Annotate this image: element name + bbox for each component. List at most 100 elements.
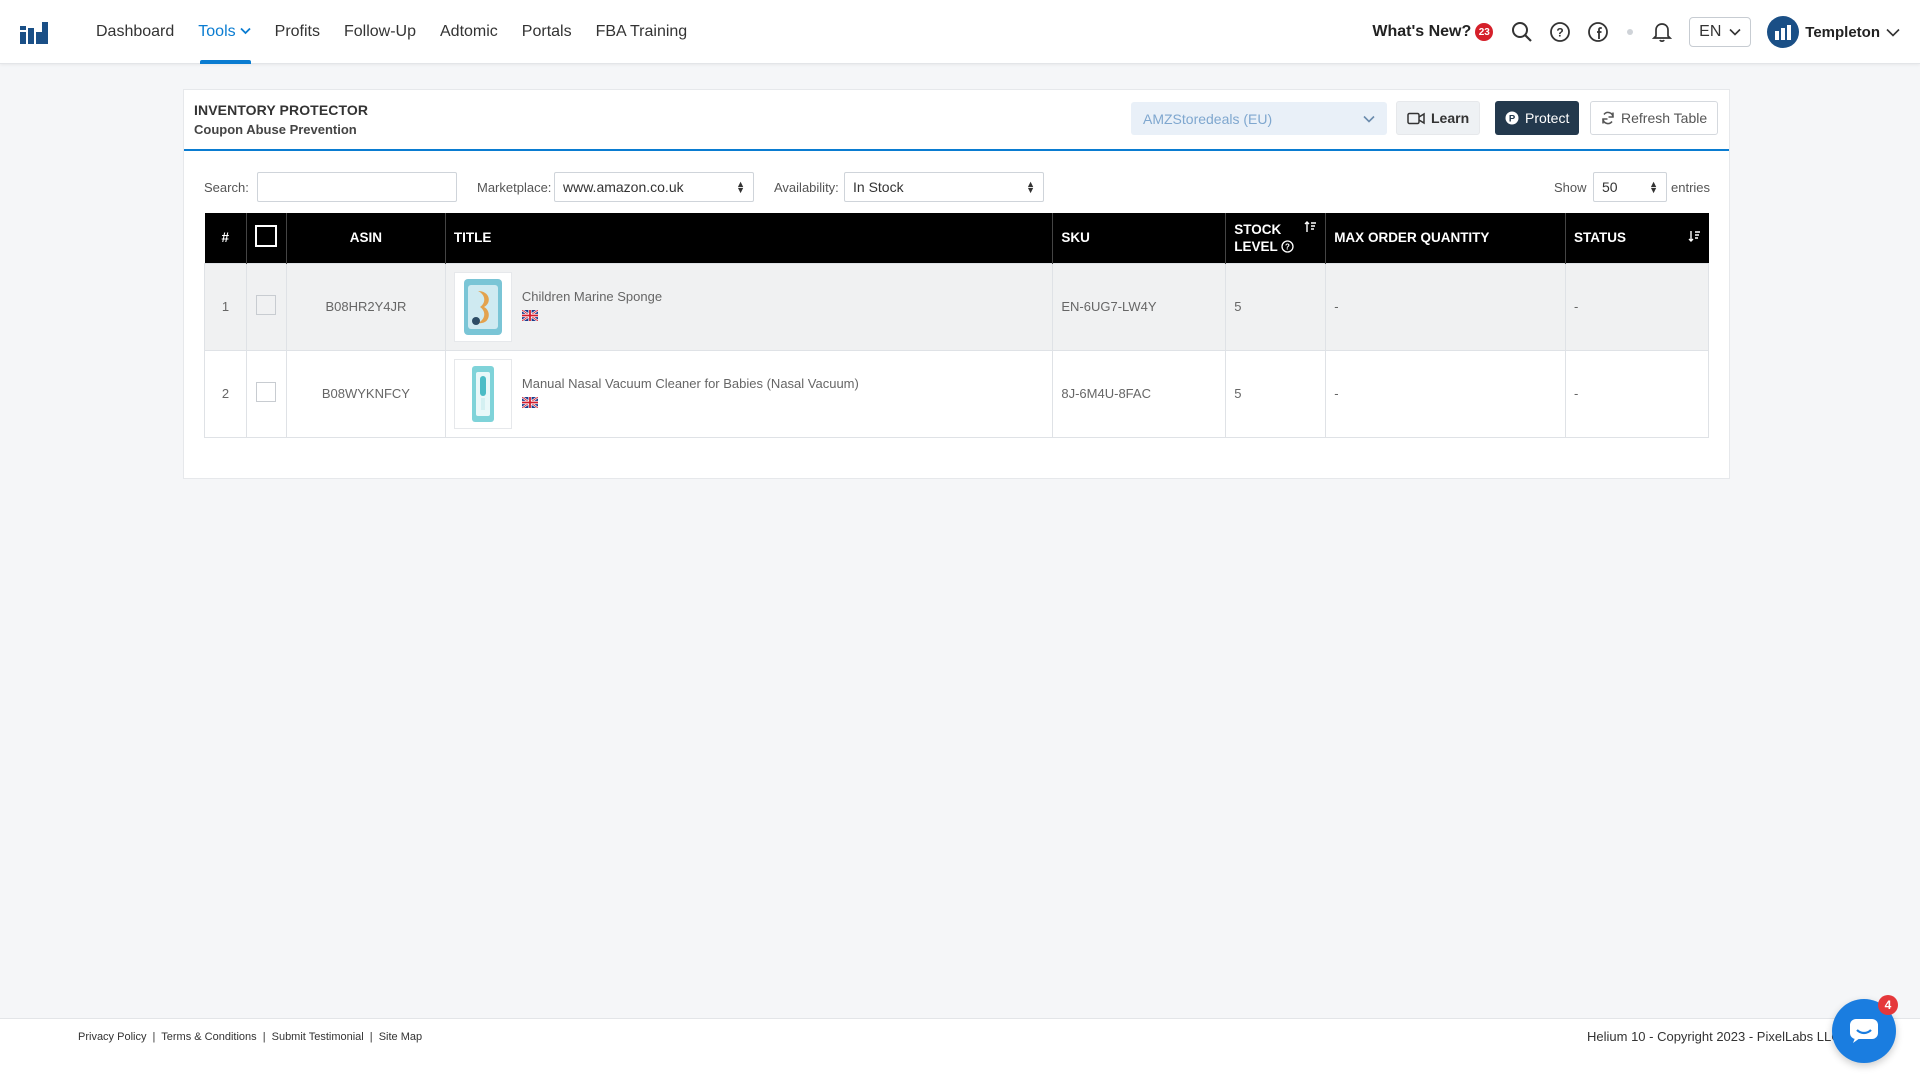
product-thumbnail[interactable] [453,271,512,342]
search-icon[interactable] [1503,13,1541,51]
row-max-order-quantity[interactable]: - [1325,262,1567,351]
nav-item-tools-label: Tools [198,23,236,40]
search-input[interactable] [257,172,457,202]
column-header-max-order-quantity[interactable]: MAX ORDER QUANTITY [1325,213,1567,263]
terms-link[interactable]: Terms & Conditions [161,1031,256,1043]
row-max-order-quantity[interactable]: - [1325,349,1567,438]
avatar [1767,16,1800,48]
panel-header: INVENTORY PROTECTOR Coupon Abuse Prevent… [184,90,1729,151]
helium10-logo-icon[interactable] [20,20,48,44]
question-circle-icon[interactable]: ? [1281,240,1294,253]
product-title[interactable]: Manual Nasal Vacuum Cleaner for Babies (… [522,376,859,391]
row-asin[interactable]: B08WYKNFCY [285,349,446,438]
nav-item-follow-up[interactable]: Follow-Up [332,0,428,64]
user-menu[interactable]: Templeton [1767,16,1900,48]
nav-item-fba-training[interactable]: FBA Training [584,0,700,64]
inventory-table: # ASIN TITLE SKU STOCK LEVEL ? MAX ORDER… [204,213,1709,438]
stock-header-line1: STOCK [1234,221,1282,237]
entries-per-page-value: 50 [1602,179,1618,195]
sort-icon[interactable] [1688,230,1701,245]
chat-widget-button[interactable]: 4 [1832,995,1898,1063]
column-header-asin[interactable]: ASIN [286,213,446,263]
whats-new-label: What's New? [1372,23,1472,40]
privacy-policy-link[interactable]: Privacy Policy [78,1031,146,1043]
refresh-table-button[interactable]: Refresh Table [1590,101,1719,135]
row-checkbox[interactable] [256,382,277,402]
learn-button[interactable]: Learn [1396,101,1481,135]
footer-separator: | [369,1031,373,1043]
language-label: EN [1699,23,1722,40]
nav-item-tools[interactable]: Tools [186,0,262,64]
user-name: Templeton [1805,23,1880,41]
protect-icon: P [1505,111,1519,125]
row-checkbox[interactable] [256,295,277,315]
product-thumbnail[interactable] [453,358,512,429]
column-header-title[interactable]: TITLE [445,213,1054,263]
refresh-icon [1602,111,1614,125]
svg-text:P: P [1509,114,1516,125]
sort-updown-icon: ▲ ▼ [1649,179,1658,195]
availability-select-value: In Stock [853,179,904,195]
footer: Privacy Policy | Terms & Conditions | Su… [0,1018,1920,1080]
product-title[interactable]: Children Marine Sponge [522,289,662,304]
row-sku: EN-6UG7-LW4Y [1052,262,1227,351]
svg-text:?: ? [1285,242,1290,251]
marketplace-select[interactable]: www.amazon.co.uk ▲ ▼ [554,172,754,202]
entries-per-page-select[interactable]: 50 ▲ ▼ [1593,172,1667,202]
sort-icon[interactable] [1304,220,1317,238]
row-stock-level: 5 [1225,262,1327,351]
nav-item-adtomic[interactable]: Adtomic [428,0,510,64]
site-map-link[interactable]: Site Map [379,1031,422,1043]
entries-label: entries [1671,180,1711,195]
availability-label: Availability: [774,180,839,195]
column-header-stock-level[interactable]: STOCK LEVEL ? [1225,213,1327,263]
chevron-down-icon [240,26,251,38]
row-asin[interactable]: B08HR2Y4JR [285,262,446,351]
page-subtitle: Coupon Abuse Prevention [194,122,357,137]
protect-button[interactable]: P Protect [1495,101,1580,135]
footer-separator: | [262,1031,266,1043]
nav-item-dashboard[interactable]: Dashboard [84,0,186,64]
search-label: Search: [204,180,249,195]
stock-header-line2: LEVEL [1234,238,1278,254]
separator-dot [1627,29,1634,35]
chevron-down-icon [1886,28,1900,37]
chevron-down-icon [1729,28,1741,36]
footer-links: Privacy Policy | Terms & Conditions | Su… [78,1031,422,1043]
account-select[interactable]: AMZStoredeals (EU) [1131,102,1387,135]
select-all-checkbox[interactable] [255,225,278,248]
sort-updown-icon: ▲ ▼ [1026,179,1035,195]
bell-icon[interactable] [1643,13,1681,51]
protect-button-label: Protect [1525,110,1570,126]
marketplace-select-value: www.amazon.co.uk [563,179,684,195]
page-title: INVENTORY PROTECTOR [194,102,369,118]
whats-new-badge: 23 [1475,23,1494,41]
table-header-row: # ASIN TITLE SKU STOCK LEVEL ? MAX ORDER… [204,213,1709,263]
help-icon[interactable]: ? [1541,13,1579,51]
whats-new-link[interactable]: What's New? 23 [1372,23,1494,41]
table-controls: Search: Marketplace: www.amazon.co.uk ▲ ▼… [204,172,1711,204]
table-row[interactable]: 1 B08HR2Y4JR Children Marine Sponge EN-6… [204,262,1709,351]
video-camera-icon [1407,112,1425,124]
row-sku: 8J-6M4U-8FAC [1052,349,1227,438]
row-select-cell [245,349,287,438]
nav-item-portals[interactable]: Portals [510,0,584,64]
submit-testimonial-link[interactable]: Submit Testimonial [272,1031,364,1043]
table-row[interactable]: 2 B08WYKNFCY Manual Nasal Vacuum Cleaner… [204,349,1709,438]
language-select[interactable]: EN [1689,17,1752,47]
column-header-select-all [246,213,287,263]
show-label: Show [1554,180,1587,195]
row-number: 2 [204,349,247,438]
column-header-sku[interactable]: SKU [1052,213,1227,263]
facebook-icon[interactable] [1579,13,1617,51]
uk-flag-icon [521,396,539,409]
copyright-text: Helium 10 - Copyright 2023 - PixelLabs L… [1587,1029,1841,1044]
column-header-status[interactable]: STATUS [1565,213,1709,263]
row-stock-level: 5 [1225,349,1327,438]
column-header-num: # [204,213,247,263]
availability-select[interactable]: In Stock ▲ ▼ [844,172,1044,202]
svg-text:?: ? [1557,26,1564,40]
row-select-cell [245,262,287,351]
nav-item-profits[interactable]: Profits [263,0,332,64]
top-nav: Dashboard Tools Profits Follow-Up Adtomi… [0,0,1920,64]
